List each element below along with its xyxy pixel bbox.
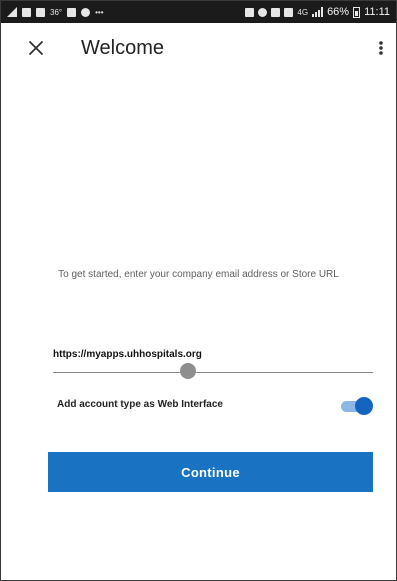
page-title: Welcome bbox=[81, 37, 164, 59]
weather-icon bbox=[67, 7, 77, 17]
app-bar: Welcome bbox=[1, 23, 396, 73]
network-type-text: 4G bbox=[297, 7, 309, 17]
battery-percent: 66% bbox=[327, 6, 350, 18]
close-icon[interactable] bbox=[25, 37, 47, 59]
bluetooth-icon bbox=[258, 7, 268, 17]
app-screen: 36° ••• 4G 66% 11:11 Welcome To get star… bbox=[0, 0, 397, 581]
input-underline bbox=[53, 372, 373, 373]
wifi-icon bbox=[81, 7, 91, 17]
status-left-icons: 36° ••• bbox=[7, 1, 104, 23]
facebook-icon bbox=[22, 7, 31, 17]
status-right-icons: 4G 66% 11:11 bbox=[245, 1, 390, 23]
web-interface-label: Add account type as Web Interface bbox=[57, 399, 223, 410]
vibrate-icon bbox=[284, 7, 294, 17]
toggle-thumb bbox=[355, 397, 373, 415]
signal-strength-icon bbox=[312, 7, 324, 17]
web-interface-toggle[interactable] bbox=[341, 397, 373, 415]
more-notifications-text: ••• bbox=[95, 7, 104, 17]
clock: 11:11 bbox=[364, 6, 390, 18]
temperature-text: 36° bbox=[50, 7, 63, 17]
mute-icon bbox=[271, 7, 281, 17]
battery-icon bbox=[353, 6, 361, 18]
image-icon bbox=[36, 7, 45, 17]
signal-alert-icon bbox=[7, 7, 17, 17]
continue-button[interactable]: Continue bbox=[48, 452, 373, 492]
more-vertical-icon[interactable] bbox=[374, 37, 388, 59]
web-interface-toggle-row[interactable]: Add account type as Web Interface bbox=[53, 394, 375, 418]
store-url-value[interactable]: https://myapps.uhhospitals.org bbox=[53, 349, 373, 360]
text-cursor-handle[interactable] bbox=[179, 362, 197, 380]
status-bar: 36° ••• 4G 66% 11:11 bbox=[1, 1, 396, 23]
instruction-text: To get started, enter your company email… bbox=[58, 269, 339, 280]
store-url-input[interactable]: https://myapps.uhhospitals.org bbox=[53, 349, 373, 379]
alarm-icon bbox=[245, 7, 255, 17]
